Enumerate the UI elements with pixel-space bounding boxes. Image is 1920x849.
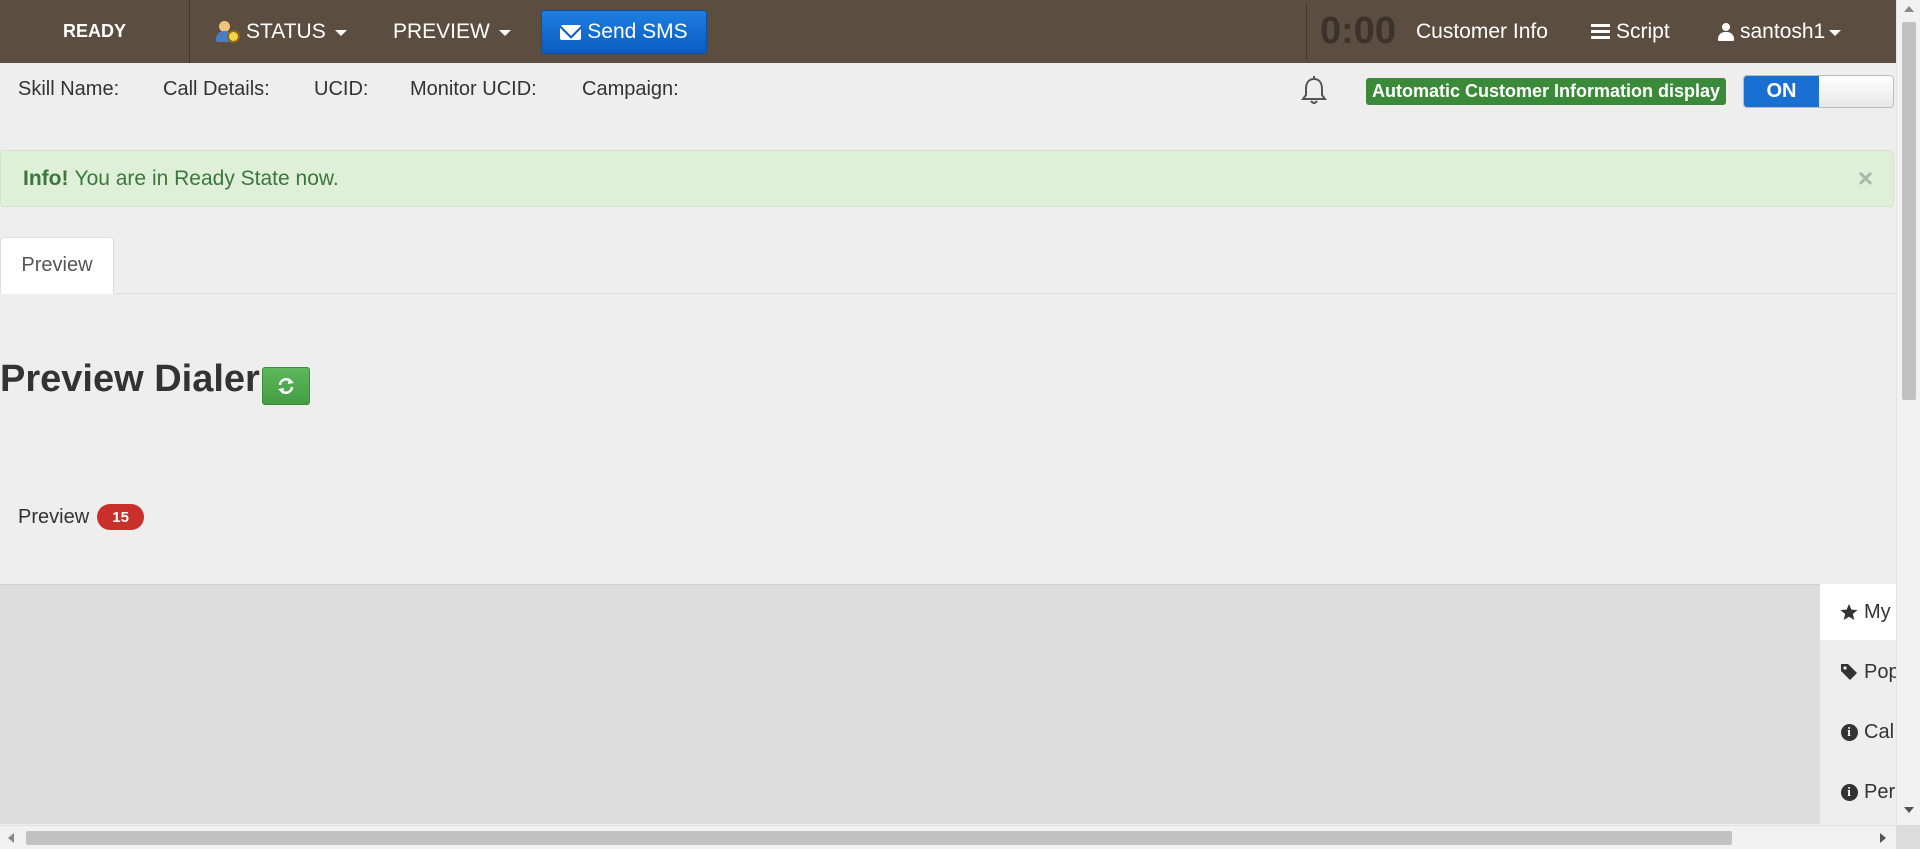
scroll-down-arrow[interactable] <box>1904 807 1914 813</box>
call-timer: 0:00 <box>1320 10 1397 52</box>
page-title: Preview Dialer <box>0 358 260 400</box>
side-tab-cal[interactable]: i Cal <box>1820 704 1896 760</box>
side-tab-pop[interactable]: Pop <box>1820 644 1896 700</box>
agent-status-icon <box>216 20 240 44</box>
send-sms-label: Send SMS <box>587 20 688 43</box>
scroll-up-arrow[interactable] <box>1904 6 1914 12</box>
close-icon[interactable]: × <box>1858 163 1873 194</box>
info-icon: i <box>1840 783 1858 801</box>
tab-divider <box>0 293 1896 294</box>
toggle-knob <box>1819 76 1893 107</box>
campaign-label: Campaign: <box>582 78 679 100</box>
info-alert: Info! You are in Ready State now. × <box>0 150 1894 207</box>
skill-name-label: Skill Name: <box>18 78 120 100</box>
tag-icon <box>1840 663 1858 681</box>
status-dropdown[interactable]: STATUS <box>216 0 347 63</box>
navbar-divider <box>1306 4 1307 59</box>
info-icon: i <box>1840 723 1858 741</box>
preview-dropdown[interactable]: PREVIEW <box>393 0 511 63</box>
chevron-down-icon <box>498 29 511 36</box>
scroll-left-arrow[interactable] <box>8 833 14 843</box>
envelope-icon <box>560 24 582 40</box>
user-menu[interactable]: santosh1 <box>1718 0 1842 63</box>
preview-count-row[interactable]: Preview 15 <box>18 504 145 530</box>
scroll-right-arrow[interactable] <box>1880 833 1886 843</box>
agent-state-label: READY <box>0 0 190 63</box>
user-icon <box>1718 22 1734 41</box>
script-link[interactable]: Script <box>1591 0 1670 63</box>
preview-dropdown-label: PREVIEW <box>393 19 490 43</box>
horizontal-scrollbar[interactable] <box>0 825 1896 849</box>
side-tab-per[interactable]: i Per <box>1820 764 1896 820</box>
chevron-down-icon <box>1829 29 1842 36</box>
customer-info-link[interactable]: Customer Info <box>1416 0 1548 63</box>
preview-content-panel <box>0 584 1820 824</box>
vertical-scrollbar[interactable] <box>1896 0 1920 825</box>
send-sms-button[interactable]: Send SMS <box>541 10 707 54</box>
vertical-scroll-thumb[interactable] <box>1902 22 1916 400</box>
horizontal-scroll-thumb[interactable] <box>26 831 1732 845</box>
list-icon <box>1591 23 1610 40</box>
top-navbar: READY STATUS PREVIEW Send SMS 0:00 Custo… <box>0 0 1896 63</box>
side-tab-label: My <box>1864 600 1891 623</box>
chevron-down-icon <box>334 29 347 36</box>
scrollbar-corner <box>1896 825 1920 849</box>
side-tab-label: Pop <box>1864 660 1896 683</box>
ucid-label: UCID: <box>314 78 369 100</box>
side-tab-label: Per <box>1864 780 1896 803</box>
monitor-ucid-label: Monitor UCID: <box>410 78 537 100</box>
bell-icon[interactable] <box>1300 76 1328 106</box>
toggle-on-label: ON <box>1744 76 1819 107</box>
preview-count-label: Preview <box>18 505 90 528</box>
alert-message: You are in Ready State now. <box>74 166 339 190</box>
alert-title: Info! <box>23 166 69 190</box>
refresh-icon <box>278 378 294 394</box>
refresh-button[interactable] <box>262 367 310 405</box>
side-tab-label: Cal <box>1864 720 1895 743</box>
side-tab-my[interactable]: My <box>1820 584 1896 640</box>
script-link-label: Script <box>1616 19 1670 43</box>
star-icon <box>1840 603 1858 621</box>
tab-preview[interactable]: Preview <box>0 237 114 294</box>
status-dropdown-label: STATUS <box>246 19 326 43</box>
auto-customer-info-label: Automatic Customer Information display <box>1366 78 1727 105</box>
call-details-label: Call Details: <box>163 78 270 100</box>
username: santosh1 <box>1740 19 1826 43</box>
auto-info-toggle[interactable]: ON <box>1743 75 1894 108</box>
preview-count-badge: 15 <box>97 504 145 530</box>
